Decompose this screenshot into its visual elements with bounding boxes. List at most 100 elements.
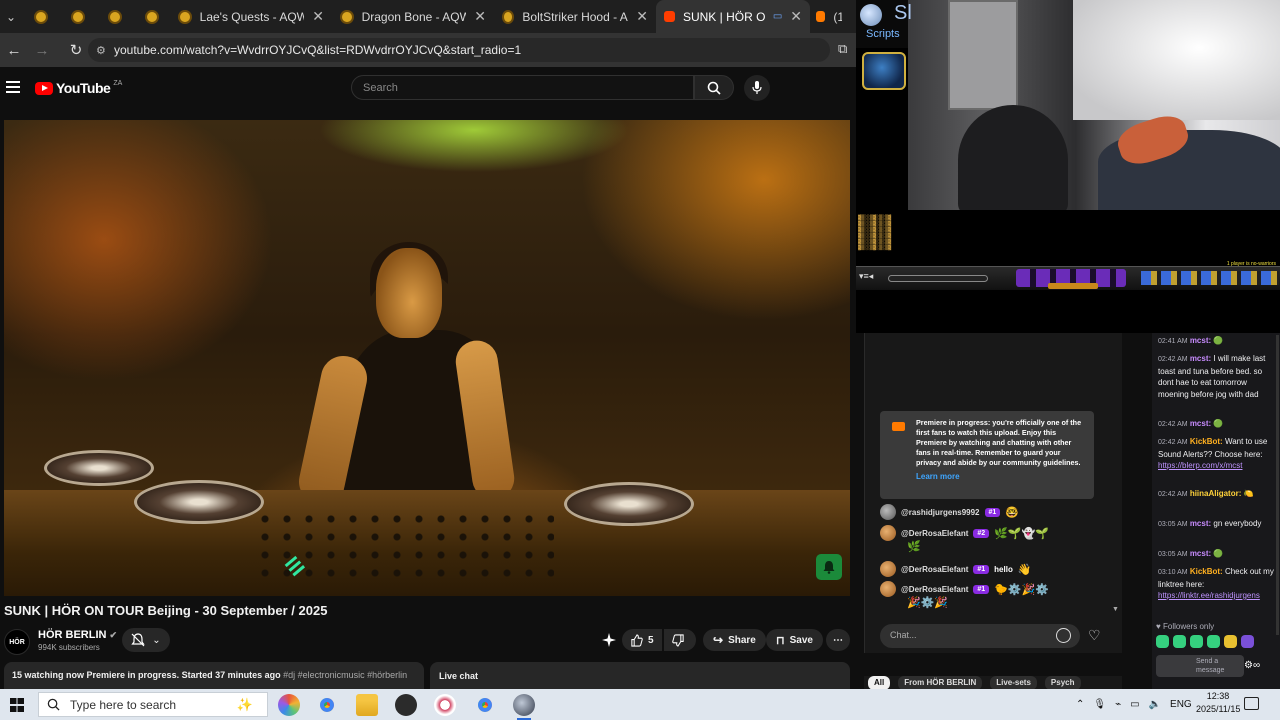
tab-youtube-notifications[interactable]: (1) (810, 0, 850, 33)
reload-icon[interactable]: ↻ (62, 33, 90, 67)
filter-chip-psych[interactable]: Psych (1044, 676, 1081, 690)
chat-username[interactable]: @DerRosaElefant (901, 585, 968, 594)
address-bar[interactable]: ⚙ youtube.com/watch?v=WvdrrOYJCvQ&list=R… (88, 38, 830, 62)
notifications-icon[interactable] (1244, 697, 1259, 710)
close-icon[interactable]: ✕ (312, 8, 324, 25)
file-explorer-icon[interactable] (356, 694, 378, 716)
pinned-tab-aqw-1[interactable] (22, 0, 59, 33)
filter-chip-all[interactable]: All (868, 676, 891, 690)
tab-sunk-youtube[interactable]: SUNK | HÖR ON TOU ▭ ✕ (656, 0, 810, 33)
pinned-tab-aqw-2[interactable] (59, 0, 96, 33)
like-button[interactable]: 5 (622, 629, 662, 651)
heart-icon[interactable]: ♡ (1088, 627, 1101, 644)
tab-laes-quests[interactable]: Lae's Quests - AQW ✕ (170, 0, 332, 33)
volume-icon[interactable]: 🔈 (1149, 699, 1161, 710)
chat-username[interactable]: @rashidjurgens9992 (901, 508, 980, 517)
close-icon[interactable]: ✕ (790, 8, 802, 25)
close-icon[interactable]: ✕ (636, 8, 648, 25)
search-button[interactable] (694, 75, 734, 100)
tab-search-icon[interactable]: ⌄ (0, 0, 22, 33)
send-message-input[interactable]: Send a message (1156, 655, 1244, 677)
more-actions-button[interactable]: ⋯ (826, 629, 850, 651)
app-icon[interactable] (434, 694, 456, 716)
install-app-icon[interactable]: ⧉ (838, 41, 856, 57)
game-toolbar-icons[interactable] (1141, 271, 1279, 285)
scripts-menu[interactable]: Scripts (866, 28, 900, 40)
channel-name[interactable]: HÖR BERLIN ✔ (38, 629, 117, 641)
chrome-profile-icon[interactable] (474, 694, 496, 716)
live-chat-header[interactable]: Live chat (430, 662, 850, 692)
aqw-favicon-icon (144, 9, 159, 24)
chat-username[interactable]: KickBot: (1190, 567, 1223, 576)
filter-chip-live-sets[interactable]: Live-sets (990, 676, 1037, 690)
emote-icon[interactable] (1207, 635, 1220, 648)
emote-icon[interactable] (1224, 635, 1237, 648)
subscription-bell-button[interactable]: ⌄ (122, 628, 170, 652)
chat-username[interactable]: mcst: (1190, 519, 1211, 528)
clock[interactable]: 12:38 2025/11/15 (1196, 690, 1240, 716)
chevron-up-icon[interactable]: ⌃ (1076, 699, 1084, 710)
game-chat-input[interactable] (888, 275, 988, 282)
player-portrait-icon[interactable] (862, 52, 906, 90)
pinned-tab-aqw-3[interactable] (96, 0, 133, 33)
language-indicator[interactable]: ENG (1170, 699, 1192, 710)
dislike-button[interactable] (664, 629, 696, 651)
chat-link[interactable]: https://blerp.com/x/mcst (1158, 461, 1242, 470)
avatar[interactable] (880, 561, 896, 577)
menu-icon[interactable] (6, 81, 20, 93)
avatar[interactable] (880, 525, 896, 541)
chevron-down-icon: ⌄ (152, 634, 161, 646)
chat-username[interactable]: mcst: (1190, 354, 1211, 363)
filter-chip-from-channel[interactable]: From HÖR BERLIN (898, 676, 983, 690)
microphone-icon[interactable]: 🎙 (1093, 699, 1106, 710)
scrollbar[interactable] (1276, 335, 1279, 635)
forward-icon[interactable]: → (28, 33, 56, 67)
video-player[interactable] (4, 120, 850, 596)
back-icon[interactable]: ← (0, 33, 28, 67)
close-icon[interactable]: ✕ (474, 8, 486, 25)
steam-icon[interactable] (395, 694, 417, 716)
chat-username[interactable]: hiinaAligator: (1190, 489, 1242, 498)
pinned-tab-aqw-4[interactable] (133, 0, 170, 33)
youtube-logo[interactable]: YouTube ZA (35, 80, 122, 96)
globe-icon[interactable] (860, 4, 882, 26)
emoji-picker-icon[interactable] (1056, 628, 1071, 643)
voice-search-button[interactable] (744, 75, 770, 101)
game-chat-icon[interactable]: ▾≡◂ (859, 271, 873, 282)
network-icon[interactable]: ⌁ (1115, 699, 1121, 710)
avatar[interactable] (880, 581, 896, 597)
chat-username[interactable]: KickBot: (1190, 437, 1223, 446)
chat-username[interactable]: mcst: (1190, 336, 1211, 345)
emote-icon[interactable] (1241, 635, 1254, 648)
chat-input[interactable]: Chat... (880, 624, 1080, 648)
tab-boltstriker-hood[interactable]: BoltStriker Hood - AQW ✕ (494, 0, 656, 33)
emote-icon[interactable] (1173, 635, 1186, 648)
learn-more-link[interactable]: Learn more (916, 472, 1086, 482)
share-button[interactable]: ↪ Share (703, 629, 766, 651)
avatar[interactable] (880, 504, 896, 520)
chat-username[interactable]: mcst: (1190, 419, 1211, 428)
display-icon[interactable]: ▭ (1130, 699, 1139, 710)
ask-ai-icon[interactable] (601, 632, 617, 648)
scroll-down-icon[interactable]: ▼ (1112, 606, 1119, 613)
chat-settings-icon[interactable]: ⚙∞ (1244, 660, 1260, 671)
copilot-icon[interactable] (278, 694, 300, 716)
game-launcher-icon[interactable] (513, 694, 535, 720)
chat-username[interactable]: @DerRosaElefant (901, 529, 968, 538)
save-button[interactable]: ⊓ Save (766, 629, 823, 651)
site-info-icon[interactable]: ⚙ (96, 44, 106, 57)
emote-icon[interactable] (1190, 635, 1203, 648)
notification-bell-icon[interactable] (816, 554, 842, 580)
start-button[interactable] (0, 689, 34, 720)
chat-username[interactable]: mcst: (1190, 549, 1211, 558)
search-input[interactable]: Search (351, 75, 694, 100)
channel-avatar[interactable]: HÖR (4, 629, 30, 655)
emote-icon[interactable] (1156, 635, 1169, 648)
taskbar-search[interactable]: Type here to search ✨ (38, 692, 268, 717)
description-box[interactable]: 15 watching now Premiere in progress. St… (4, 662, 424, 692)
chat-link[interactable]: https://linktr.ee/rashidjurgens (1158, 591, 1260, 600)
chrome-icon[interactable] (316, 694, 338, 716)
game-window[interactable]: Sl Scripts ▓▒░░▒▓░▒░▒▓ ▓▒░░▒▓░▒░▒▓ ▓▒░░▒▓░… (856, 0, 1280, 333)
chat-username[interactable]: @DerRosaElefant (901, 565, 968, 574)
tab-dragon-bone[interactable]: Dragon Bone - AQW ✕ (332, 0, 494, 33)
